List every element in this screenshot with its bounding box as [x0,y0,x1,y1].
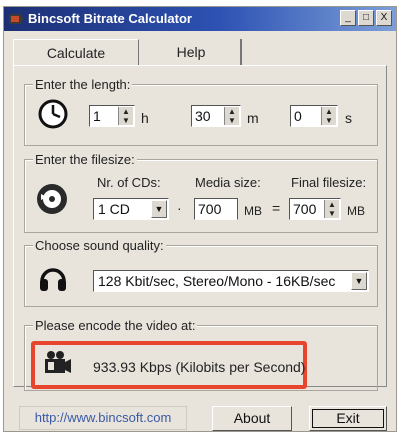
equals-sign: = [272,200,281,216]
sound-quality-value: 128 Kbit/sec, Stereo/Mono - 16KB/sec [98,273,336,289]
encode-legend: Please encode the video at: [33,318,198,333]
length-legend: Enter the length: [33,77,133,92]
minutes-unit: m [247,110,259,126]
final-filesize-spin-arrows[interactable]: ▲ ▼ [324,200,339,218]
app-window: Bincsoft Bitrate Calculator _ □ X Calcul… [3,6,397,432]
tab-help[interactable]: Help [142,39,242,66]
sound-quality-dropdown-arrow[interactable]: ▼ [351,272,367,290]
hours-spin-arrows[interactable]: ▲ ▼ [118,107,133,125]
hours-value: 1 [93,108,101,124]
cd-disc-icon [37,184,67,214]
media-size-input[interactable]: 700 [194,198,238,220]
minutes-value: 30 [195,108,211,124]
seconds-value: 0 [294,108,302,124]
bitrate-result: 933.93 Kbps (Kilobits per Second) [93,359,306,375]
exit-button[interactable]: Exit [309,406,387,431]
cds-label: Nr. of CDs: [97,175,161,190]
sound-quality-legend: Choose sound quality: [33,238,166,253]
about-button[interactable]: About [212,406,292,431]
final-filesize-label: Final filesize: [291,175,367,190]
final-filesize-value: 700 [293,201,317,217]
minimize-button[interactable]: _ [340,10,356,26]
media-size-label: Media size: [195,175,261,190]
app-icon [9,14,23,24]
clock-icon [38,99,68,129]
maximize-button[interactable]: □ [358,10,374,26]
cds-dropdown-arrow[interactable]: ▼ [151,200,167,218]
filesize-legend: Enter the filesize: [33,152,137,167]
final-filesize-spinner[interactable]: 700 ▲ ▼ [289,198,341,220]
seconds-unit: s [345,110,352,126]
title-bar[interactable]: Bincsoft Bitrate Calculator _ □ X [4,7,396,31]
sound-quality-group: Choose sound quality: 128 Kbit/sec, Ster… [24,238,378,307]
sound-quality-select[interactable]: 128 Kbit/sec, Stereo/Mono - 16KB/sec ▼ [93,270,369,292]
hours-unit: h [141,110,149,126]
tab-calculate[interactable]: Calculate [13,39,139,66]
times-sign: · [177,200,182,216]
cds-select-value: 1 CD [98,201,130,217]
website-link[interactable]: http://www.bincsoft.com [19,406,187,430]
cds-select[interactable]: 1 CD ▼ [93,198,169,220]
close-button[interactable]: X [376,10,392,26]
seconds-spin-arrows[interactable]: ▲ ▼ [321,107,336,125]
minutes-spinner[interactable]: 30 ▲ ▼ [191,105,241,127]
final-filesize-unit: MB [347,204,365,218]
media-size-unit: MB [244,204,262,218]
headphones-icon [40,268,66,291]
minutes-spin-arrows[interactable]: ▲ ▼ [224,107,239,125]
film-camera-icon [45,351,71,373]
length-group: Enter the length: 1 ▲ ▼ h 30 ▲ ▼ m 0 ▲ ▼ s [24,77,378,146]
media-size-value: 700 [198,201,222,217]
seconds-spinner[interactable]: 0 ▲ ▼ [290,105,338,127]
filesize-group: Enter the filesize: Nr. of CDs: 1 CD ▼ ·… [24,152,378,233]
hours-spinner[interactable]: 1 ▲ ▼ [89,105,135,127]
window-title: Bincsoft Bitrate Calculator [28,11,192,26]
